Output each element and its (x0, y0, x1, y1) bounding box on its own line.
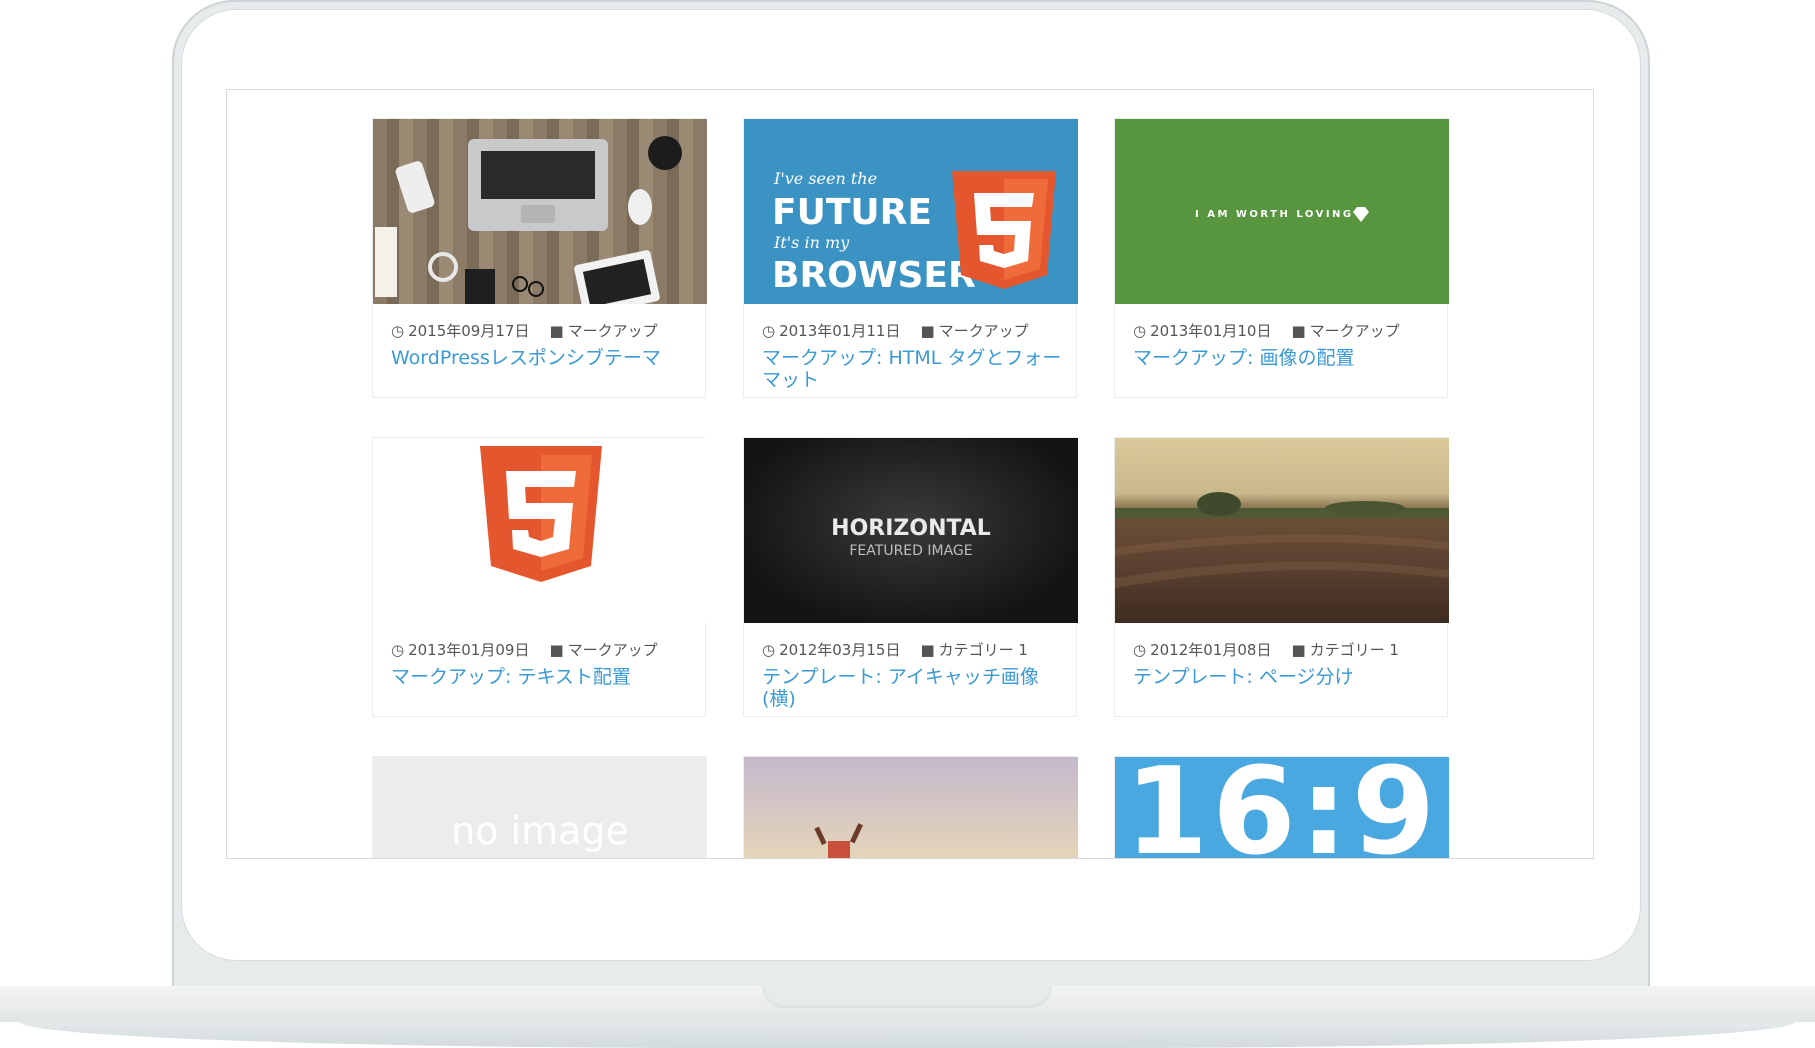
post-category-link[interactable]: マークアップ (568, 639, 658, 660)
banner-text: I AM WORTH LOVING (1195, 209, 1354, 220)
folder-icon: ■ (920, 640, 935, 659)
post-title-link[interactable]: マークアップ: HTML タグとフォーマット (762, 347, 1062, 391)
post-thumbnail[interactable]: HORIZONTAL FEATURED IMAGE (744, 438, 1078, 623)
post-category-link[interactable]: マークアップ (568, 320, 658, 341)
post-thumbnail[interactable]: 16:9 (1115, 757, 1449, 859)
diamond-icon (1353, 207, 1369, 222)
post-thumbnail[interactable] (744, 757, 1078, 858)
banner-line-2: FEATURED IMAGE (849, 543, 972, 559)
post-card[interactable]: no image (372, 756, 707, 858)
clock-icon: ◷ (1133, 640, 1147, 659)
html5-logo-image (480, 446, 602, 582)
post-date: 2012年01月08日 (1150, 641, 1272, 659)
banner-line-2: FUTURE (772, 192, 932, 233)
folder-icon: ■ (920, 321, 935, 340)
post-thumbnail[interactable]: I AM WORTH LOVING (1115, 119, 1449, 304)
field-photo (1115, 492, 1449, 588)
post-date: 2012年03月15日 (779, 641, 901, 659)
post-meta: ◷ 2013年01月10日 ■ マークアップ (1133, 320, 1400, 341)
laptop-base-bottom (20, 1022, 1795, 1048)
post-meta: ◷ 2012年01月08日 ■ カテゴリー 1 (1133, 639, 1399, 660)
post-thumbnail[interactable] (373, 438, 707, 623)
post-date: 2013年01月10日 (1150, 322, 1272, 340)
post-card[interactable]: HORIZONTAL FEATURED IMAGE ◷ 2012年03月15日 … (743, 437, 1078, 717)
post-thumbnail[interactable]: I've seen the FUTURE It's in my BROWSER (744, 119, 1078, 304)
post-title-link[interactable]: マークアップ: テキスト配置 (391, 666, 691, 688)
post-date: 2013年01月09日 (408, 641, 530, 659)
clock-icon: ◷ (391, 321, 405, 340)
post-card[interactable]: ◷ 2015年09月17日 ■ マークアップ WordPressレスポンシブテー… (372, 118, 707, 398)
post-thumbnail[interactable] (1115, 438, 1449, 623)
post-card[interactable]: 16:9 (1114, 756, 1449, 859)
post-date: 2015年09月17日 (408, 322, 530, 340)
post-category-link[interactable]: マークアップ (1310, 320, 1400, 341)
post-meta: ◷ 2013年01月09日 ■ マークアップ (391, 639, 658, 660)
html5-logo-icon (952, 171, 1056, 289)
laptop-notch (762, 986, 1052, 1008)
clock-icon: ◷ (1133, 321, 1147, 340)
post-category-link[interactable]: カテゴリー 1 (1310, 639, 1399, 660)
desk-photo (375, 136, 682, 304)
ratio-label: 16:9 (1124, 757, 1440, 859)
browser-screen: ◷ 2015年09月17日 ■ マークアップ WordPressレスポンシブテー… (226, 89, 1594, 859)
banner-line-4: BROWSER (772, 255, 976, 296)
post-card[interactable]: ◷ 2012年01月08日 ■ カテゴリー 1 テンプレート: ページ分け (1114, 437, 1449, 717)
clock-icon: ◷ (391, 640, 405, 659)
folder-icon: ■ (549, 640, 564, 659)
post-title-link[interactable]: WordPressレスポンシブテーマ (391, 347, 691, 369)
banner-line-3: It's in my (773, 233, 850, 252)
post-card[interactable] (743, 756, 1078, 858)
post-title-link[interactable]: テンプレート: アイキャッチ画像 (横) (762, 666, 1062, 710)
folder-icon: ■ (1291, 640, 1306, 659)
post-date: 2013年01月11日 (779, 322, 901, 340)
folder-icon: ■ (549, 321, 564, 340)
banner-line-1: I've seen the (773, 169, 877, 188)
post-title-link[interactable]: マークアップ: 画像の配置 (1133, 347, 1433, 369)
html5-logo-icon (480, 446, 602, 582)
clock-icon: ◷ (762, 640, 776, 659)
post-title-link[interactable]: テンプレート: ページ分け (1133, 666, 1433, 688)
post-category-link[interactable]: マークアップ (939, 320, 1029, 341)
post-meta: ◷ 2013年01月11日 ■ マークアップ (762, 320, 1029, 341)
post-card[interactable]: I AM WORTH LOVING ◷ 2013年01月10日 ■ マークアップ… (1114, 118, 1449, 398)
post-meta: ◷ 2012年03月15日 ■ カテゴリー 1 (762, 639, 1028, 660)
post-category-link[interactable]: カテゴリー 1 (939, 639, 1028, 660)
post-card[interactable]: I've seen the FUTURE It's in my BROWSER … (743, 118, 1078, 398)
worth-loving-banner: I AM WORTH LOVING (1195, 207, 1369, 222)
html5-future-banner: I've seen the FUTURE It's in my BROWSER (772, 169, 1056, 296)
post-card[interactable]: ◷ 2013年01月09日 ■ マークアップ マークアップ: テキスト配置 (372, 437, 707, 717)
sky-photo (814, 823, 863, 858)
post-thumbnail[interactable] (373, 119, 707, 304)
no-image-label: no image (451, 809, 629, 853)
banner-line-1: HORIZONTAL (831, 516, 991, 541)
post-meta: ◷ 2015年09月17日 ■ マークアップ (391, 320, 658, 341)
horizontal-featured-banner: HORIZONTAL FEATURED IMAGE (831, 516, 991, 559)
folder-icon: ■ (1291, 321, 1306, 340)
clock-icon: ◷ (762, 321, 776, 340)
post-thumbnail[interactable]: no image (373, 757, 707, 858)
